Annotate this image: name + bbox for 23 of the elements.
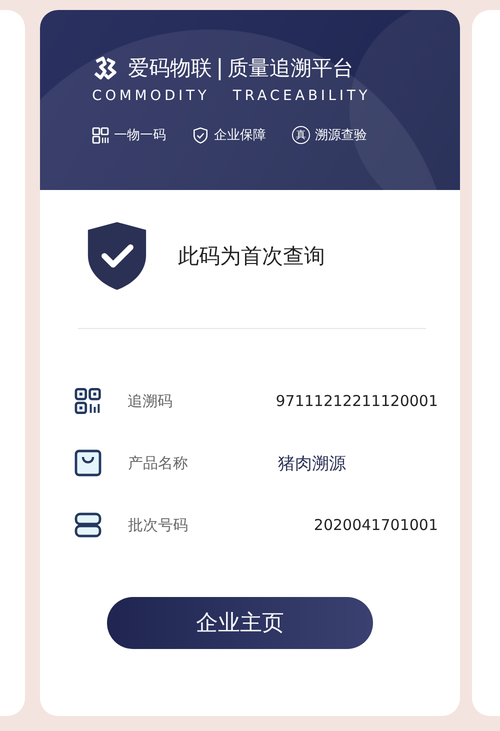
seal-badge: 真 xyxy=(292,126,310,144)
qr-code-icon xyxy=(92,126,109,144)
field-label: 产品名称 xyxy=(128,454,189,472)
platform-title: 质量追溯平台 xyxy=(227,55,354,82)
feature-label: 企业保障 xyxy=(214,127,266,144)
shield-check-icon xyxy=(86,220,148,292)
stack-icon xyxy=(74,511,102,539)
field-value: 97111212211120001 xyxy=(276,392,438,410)
feature-label: 一物一码 xyxy=(114,127,166,144)
shield-check-icon xyxy=(192,126,209,144)
header-subtitle: COMMODITY TRACEABILITY xyxy=(92,88,372,104)
field-label: 追溯码 xyxy=(128,392,174,410)
qr-code-icon xyxy=(74,387,102,415)
field-value: 猪肉溯源 xyxy=(278,452,346,474)
brand-name: 爱码物联 xyxy=(128,55,212,82)
title-separator: | xyxy=(216,56,224,80)
company-home-button[interactable]: 企业主页 xyxy=(107,597,373,649)
field-label: 批次号码 xyxy=(128,516,189,534)
status-message: 此码为首次查询 xyxy=(178,243,325,270)
feature-label: 溯源查验 xyxy=(315,127,367,144)
bag-icon xyxy=(74,449,102,477)
field-value: 2020041701001 xyxy=(314,516,438,534)
link-logo-icon xyxy=(92,55,118,81)
